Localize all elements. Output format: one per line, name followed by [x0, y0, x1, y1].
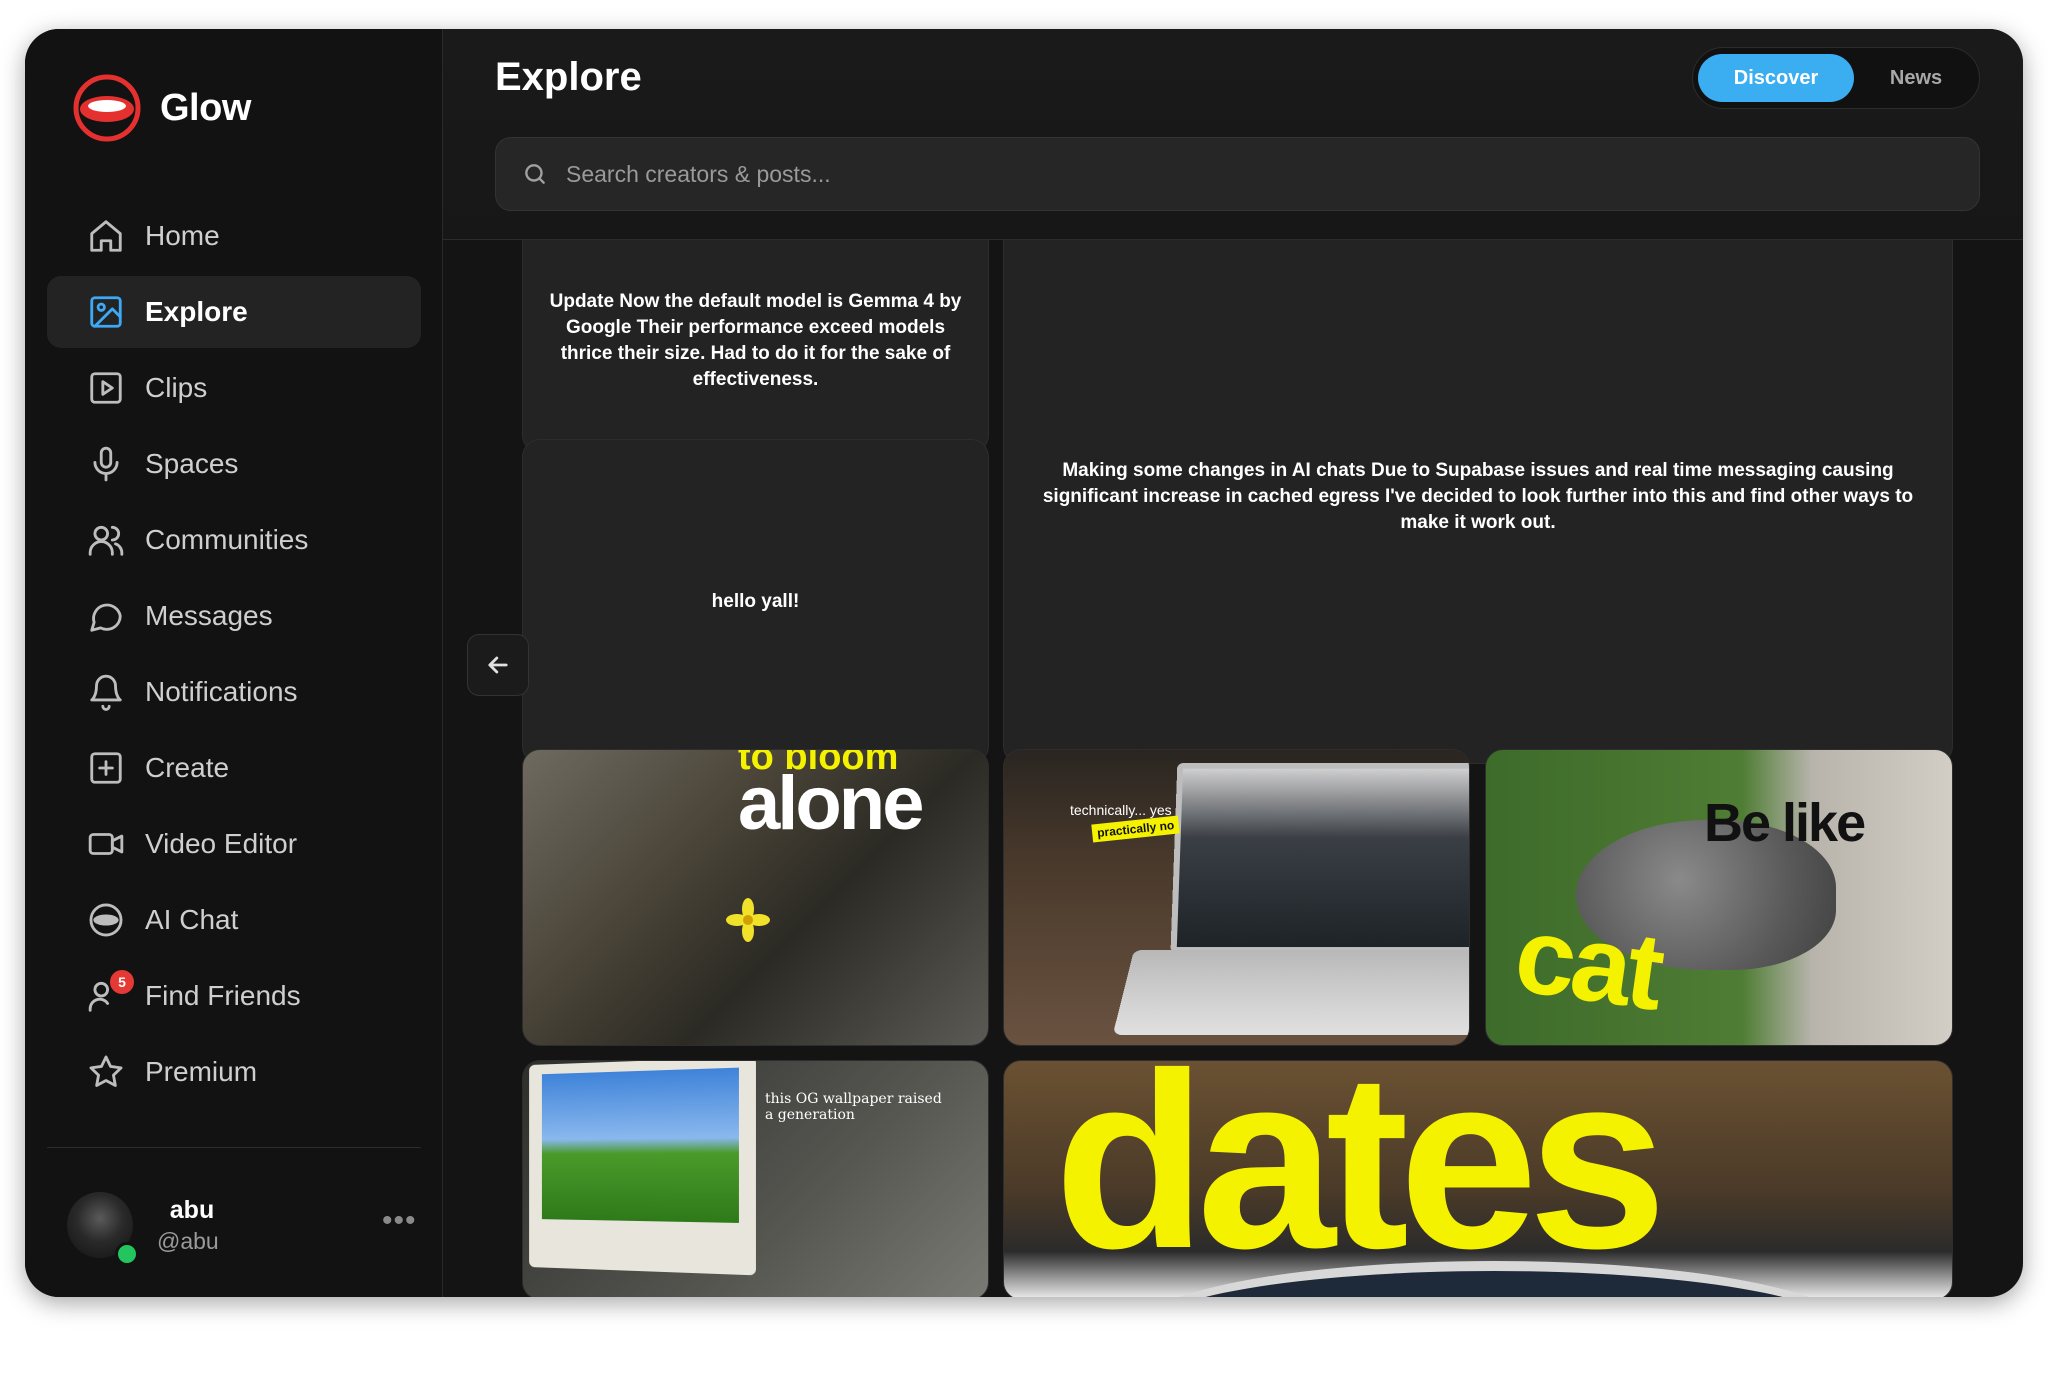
flower-icon [726, 898, 770, 942]
post-text: Update Now the default model is Gemma 4 … [549, 291, 962, 390]
ai-chat-icon [87, 901, 125, 939]
users-icon [87, 521, 125, 559]
brand[interactable]: Glow [72, 73, 251, 143]
sidebar-item-explore[interactable]: Explore [47, 276, 421, 348]
main-content: Update Now the default model is Gemma 4 … [443, 29, 2023, 1297]
post-card[interactable]: Making some changes in AI chats Due to S… [1003, 189, 1953, 764]
post-text: Making some changes in AI chats Due to S… [1042, 459, 1914, 533]
sidebar-item-label: Home [145, 220, 220, 251]
profile-card[interactable]: abu @abu ••• [67, 1192, 421, 1266]
feed-tabs: Discover News [1692, 47, 1980, 109]
sidebar-item-label: Explore [145, 296, 248, 327]
page-title: Explore [495, 55, 642, 99]
sidebar-item-label: AI Chat [145, 904, 239, 935]
bell-icon [87, 673, 125, 711]
media-caption: technically... yes [1070, 802, 1172, 818]
sidebar-item-label: Communities [145, 524, 309, 555]
sidebar-item-label: Premium [145, 1056, 258, 1087]
sidebar-item-notifications[interactable]: Notifications [47, 656, 421, 728]
app-window: Glow Home Explore Clips Spaces Communiti… [25, 29, 2023, 1297]
sidebar-divider [47, 1147, 421, 1148]
online-status-indicator [115, 1242, 139, 1266]
laptop-keyboard [1112, 950, 1469, 1035]
plus-square-icon [87, 749, 125, 787]
tab-news[interactable]: News [1858, 54, 1974, 102]
arrow-left-icon [488, 656, 508, 674]
glow-logo-icon [73, 74, 141, 142]
notification-badge: 5 [110, 970, 134, 994]
sidebar-item-ai-chat[interactable]: AI Chat [47, 884, 421, 956]
sidebar-item-premium[interactable]: Premium [47, 1036, 421, 1108]
sidebar-item-label: Messages [145, 600, 273, 631]
sidebar-item-label: Create [145, 752, 230, 783]
xp-wallpaper [541, 1067, 739, 1223]
page-header: Explore Discover News [443, 29, 2023, 240]
media-caption-tag: practically no [1091, 815, 1181, 843]
sidebar-item-label: Spaces [145, 448, 239, 479]
sidebar-item-clips[interactable]: Clips [47, 352, 421, 424]
profile-handle: @abu [157, 1228, 219, 1254]
media-caption: dates [1054, 1060, 1667, 1297]
play-square-icon [87, 369, 125, 407]
sidebar-item-create[interactable]: Create [47, 732, 421, 804]
home-icon [87, 217, 125, 255]
sidebar-item-label: Clips [145, 372, 208, 403]
media-post-flower[interactable]: to bloom alone [522, 749, 989, 1046]
sidebar-item-video-editor[interactable]: Video Editor [47, 808, 421, 880]
sidebar-item-find-friends[interactable]: 5 Find Friends [47, 960, 421, 1032]
media-post-xp[interactable]: this OG wallpaper raised a generation [522, 1060, 989, 1297]
laptop-screen [1170, 763, 1469, 954]
sidebar-item-messages[interactable]: Messages [47, 580, 421, 652]
sidebar-item-label: Find Friends [145, 980, 301, 1011]
search-icon [522, 161, 548, 187]
media-post-cat[interactable]: Be like cat [1485, 749, 1953, 1046]
monitor-shape [529, 1061, 756, 1276]
star-icon [87, 1053, 125, 1091]
profile-name: abu [169, 1196, 215, 1224]
sidebar-item-communities[interactable]: Communities [47, 504, 421, 576]
sidebar-item-spaces[interactable]: Spaces [47, 428, 421, 500]
post-text: hello yall! [711, 590, 800, 612]
search-input[interactable] [564, 143, 1979, 205]
media-caption: this OG wallpaper raised a generation [765, 1091, 942, 1123]
back-button[interactable] [467, 634, 529, 696]
media-post-laptop[interactable]: technically... yes practically no [1003, 749, 1470, 1046]
more-options-icon[interactable]: ••• [382, 1204, 417, 1238]
media-caption: Be like [1704, 793, 1866, 853]
sidebar-item-label: Notifications [145, 676, 298, 707]
media-post-dates[interactable]: dates [1003, 1060, 1953, 1297]
sidebar-item-home[interactable]: Home [47, 200, 421, 272]
media-caption: alone [738, 761, 924, 846]
sidebar: Glow Home Explore Clips Spaces Communiti… [25, 29, 443, 1297]
post-card[interactable]: hello yall! [522, 439, 989, 764]
sidebar-nav: Home Explore Clips Spaces Communities Me… [47, 200, 421, 1112]
media-caption-big: cat [1508, 892, 1668, 1033]
search-bar [495, 137, 1980, 211]
chat-bubble-icon [87, 597, 125, 635]
tab-discover[interactable]: Discover [1698, 54, 1854, 102]
video-camera-icon [87, 825, 125, 863]
microphone-icon [87, 445, 125, 483]
image-icon [87, 293, 125, 331]
sidebar-item-label: Video Editor [145, 828, 298, 859]
brand-name: Glow [160, 86, 251, 129]
